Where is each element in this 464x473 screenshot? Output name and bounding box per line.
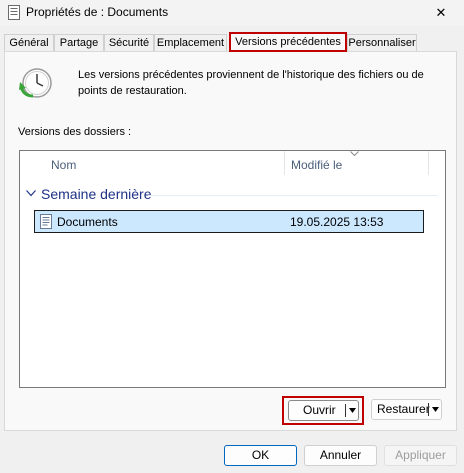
- tab-label: Emplacement: [156, 37, 225, 49]
- tab-label: Général: [9, 37, 49, 49]
- clock-restore-icon: [19, 68, 52, 98]
- open-button[interactable]: Ouvrir: [288, 400, 359, 421]
- close-button[interactable]: ✕: [418, 0, 464, 26]
- item-name: Documents: [57, 215, 118, 229]
- split-divider: [345, 404, 346, 417]
- document-icon: [40, 214, 52, 229]
- open-button-highlight: Ouvrir: [282, 396, 364, 425]
- list-item[interactable]: Documents 19.05.2025 13:53: [34, 210, 424, 233]
- tab-label: Partage: [59, 37, 99, 49]
- split-divider: [428, 403, 429, 416]
- tab-label: Personnaliser: [348, 37, 416, 49]
- close-icon: ✕: [435, 5, 447, 20]
- chevron-down-icon[interactable]: [26, 190, 36, 197]
- group-divider: [148, 195, 438, 196]
- cancel-button[interactable]: Annuler: [304, 445, 377, 466]
- group-header[interactable]: Semaine dernière: [41, 186, 152, 202]
- item-modified-date: 19.05.2025 13:53: [290, 215, 384, 229]
- info-text: Les versions précédentes proviennent de …: [78, 69, 424, 97]
- column-header: Nom Modifié le: [20, 151, 445, 179]
- restore-button-label: Restaurer: [377, 402, 430, 416]
- tab-previous-versions[interactable]: Versions précédentes: [229, 32, 347, 52]
- tab-location[interactable]: Emplacement: [154, 34, 227, 51]
- versions-list[interactable]: Nom Modifié le Semaine dernière Document…: [19, 150, 446, 388]
- dropdown-arrow-icon[interactable]: [432, 407, 439, 412]
- sort-chevron-icon: [350, 151, 359, 156]
- apply-button[interactable]: Appliquer: [384, 445, 457, 466]
- versions-label: Versions des dossiers :: [18, 126, 132, 138]
- previous-versions-panel: Les versions précédentes proviennent de …: [4, 51, 457, 431]
- tab-strip: Général Partage Sécurité Emplacement Ver…: [4, 32, 460, 52]
- tab-label: Versions précédentes: [235, 36, 341, 48]
- column-divider[interactable]: [284, 151, 285, 175]
- column-divider[interactable]: [428, 151, 429, 175]
- tab-general[interactable]: Général: [4, 34, 54, 51]
- tab-customize[interactable]: Personnaliser: [347, 34, 417, 51]
- title-bar: Propriétés de : Documents ✕: [0, 0, 464, 26]
- folder-properties-icon: [8, 5, 20, 20]
- restore-button[interactable]: Restaurer: [371, 399, 442, 420]
- column-name-header[interactable]: Nom: [51, 158, 76, 172]
- open-button-label: Ouvrir: [303, 403, 336, 417]
- tab-security[interactable]: Sécurité: [104, 34, 154, 51]
- tab-label: Sécurité: [108, 37, 150, 49]
- tab-sharing[interactable]: Partage: [54, 34, 104, 51]
- dropdown-arrow-icon[interactable]: [349, 408, 356, 413]
- column-modified-header[interactable]: Modifié le: [291, 158, 342, 172]
- window-title: Propriétés de : Documents: [26, 5, 169, 19]
- ok-button[interactable]: OK: [224, 445, 297, 466]
